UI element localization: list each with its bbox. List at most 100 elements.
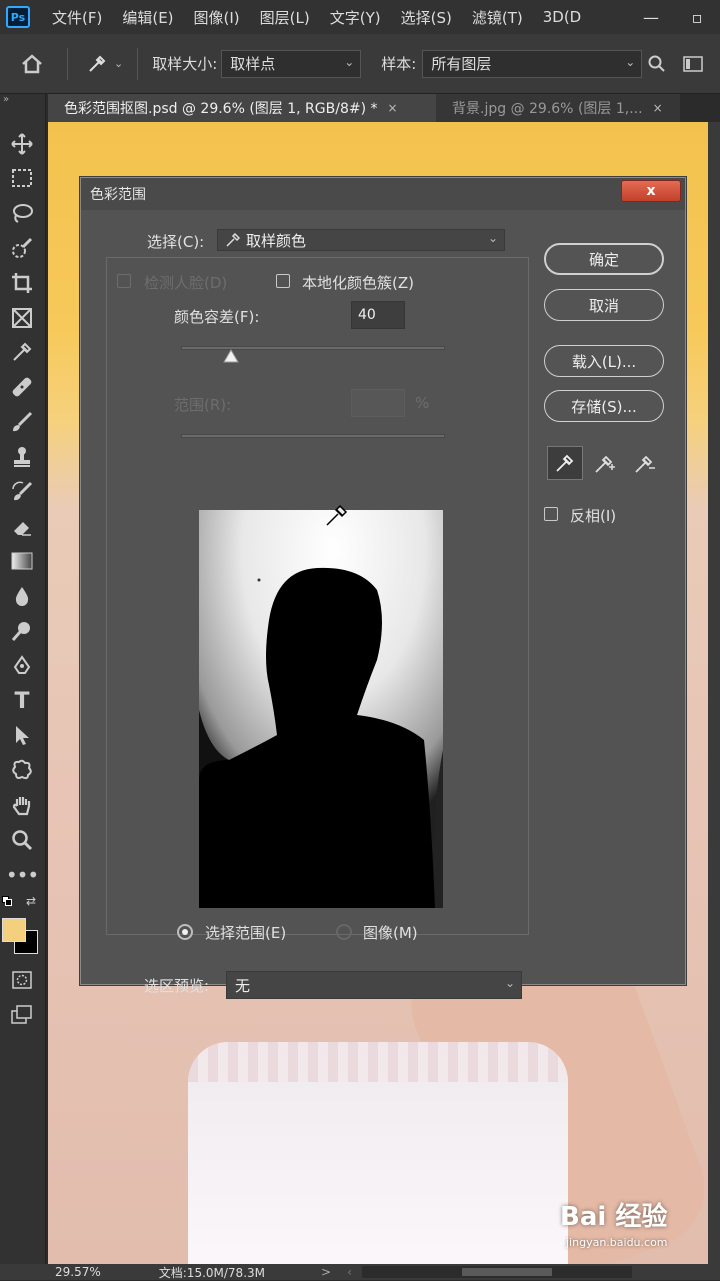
eyedropper-sample-icon[interactable] [547, 446, 583, 480]
foreground-color-swatch[interactable] [2, 918, 26, 942]
healing-brush-tool-icon[interactable] [8, 373, 36, 401]
blur-tool-icon[interactable] [8, 582, 36, 610]
dialog-close-button[interactable]: x [621, 180, 681, 202]
status-bar: 29.57% 文档:15.0M/78.3M > ‹ [0, 1264, 720, 1280]
dialog-title: 色彩范围 [90, 187, 146, 203]
sample-size-value: 取样点 [230, 55, 276, 73]
load-button[interactable]: 载入(L)... [544, 345, 664, 377]
localized-clusters-label: 本地化颜色簇(Z) [302, 274, 414, 292]
sample-select[interactable]: 所有图层 ⌄ [422, 49, 643, 78]
dodge-tool-icon[interactable] [8, 617, 36, 645]
cancel-button[interactable]: 取消 [544, 289, 664, 321]
eyedropper-icon[interactable] [82, 49, 112, 79]
menu-layer[interactable]: 图层(L) [260, 7, 310, 28]
fuzziness-slider-track[interactable] [181, 346, 445, 350]
tab-label: 背景.jpg @ 29.6% (图层 1,... [452, 101, 643, 117]
selection-preview[interactable] [199, 510, 443, 908]
baidu-watermark-url: jingyan.baidu.com [566, 1236, 668, 1249]
tool-preset-chevron-icon[interactable]: ⌄ [114, 57, 123, 70]
pen-tool-icon[interactable] [8, 652, 36, 680]
close-icon[interactable]: × [653, 101, 663, 115]
menu-type[interactable]: 文字(Y) [330, 7, 381, 28]
status-menu-arrow-icon[interactable]: > [321, 1265, 331, 1279]
quick-selection-tool-icon[interactable] [8, 234, 36, 262]
fuzziness-slider-thumb[interactable] [223, 348, 240, 363]
horizontal-scrollbar[interactable] [361, 1266, 632, 1278]
menu-image[interactable]: 图像(I) [194, 7, 240, 28]
lasso-tool-icon[interactable] [8, 199, 36, 227]
sample-size-label: 取样大小: [152, 55, 218, 73]
sample-size-select[interactable]: 取样点 ⌄ [221, 49, 362, 78]
eyedropper-add-icon[interactable] [587, 446, 623, 480]
gradient-tool-icon[interactable] [8, 547, 36, 575]
eyedropper-tool-icon[interactable] [8, 338, 36, 366]
window-controls: — ▫ [628, 0, 720, 34]
selection-preview-dropdown[interactable]: 无 ⌄ [226, 971, 522, 999]
chevron-down-icon: ⌄ [344, 54, 355, 69]
menu-edit[interactable]: 编辑(E) [122, 7, 173, 28]
cursor-eyedropper-icon [325, 503, 349, 531]
detect-faces-label: 检测人脸(D) [144, 274, 228, 292]
tab-document-active[interactable]: 色彩范围抠图.psd @ 29.6% (图层 1, RGB/8#) * × [48, 94, 436, 122]
default-colors-icon[interactable] [2, 896, 12, 906]
workspace-icon[interactable] [678, 49, 708, 79]
tools-panel: » T ••• ⇄ [0, 94, 46, 1264]
custom-shape-tool-icon[interactable] [8, 756, 36, 784]
swap-colors-icon[interactable]: ⇄ [26, 894, 36, 908]
view-selection-radio[interactable] [177, 924, 193, 940]
brush-tool-icon[interactable] [8, 408, 36, 436]
tab-document-background[interactable]: 背景.jpg @ 29.6% (图层 1,... × [436, 94, 680, 122]
save-button[interactable]: 存储(S)... [544, 390, 664, 422]
eyedropper-icon [226, 233, 240, 247]
range-label: 范围(R): [174, 396, 232, 414]
menu-select[interactable]: 选择(S) [401, 7, 452, 28]
zoom-tool-icon[interactable] [8, 826, 36, 854]
sample-label: 样本: [381, 55, 417, 73]
view-image-radio[interactable] [336, 924, 352, 940]
document-info[interactable]: 文档:15.0M/78.3M [159, 1264, 265, 1281]
eraser-tool-icon[interactable] [8, 513, 36, 541]
path-selection-tool-icon[interactable] [8, 721, 36, 749]
frame-tool-icon[interactable] [8, 304, 36, 332]
screen-mode-icon[interactable] [8, 1001, 36, 1029]
stamp-tool-icon[interactable] [8, 443, 36, 471]
chevron-down-icon: ⌄ [487, 231, 498, 245]
select-dropdown[interactable]: 取样颜色 ⌄ [217, 229, 505, 251]
menu-filter[interactable]: 滤镜(T) [472, 7, 523, 28]
type-tool-icon[interactable]: T [8, 687, 36, 715]
crop-tool-icon[interactable] [8, 269, 36, 297]
panel-collapse-icon[interactable]: » [3, 94, 9, 105]
view-selection-label: 选择范围(E) [205, 924, 287, 942]
localized-clusters-checkbox[interactable] [276, 274, 290, 288]
minimize-button[interactable]: — [628, 0, 674, 34]
home-icon[interactable] [17, 49, 47, 79]
range-slider-track [181, 434, 445, 438]
menu-file[interactable]: 文件(F) [52, 7, 102, 28]
restore-button[interactable]: ▫ [674, 0, 720, 34]
range-input [351, 389, 405, 417]
search-icon[interactable] [642, 49, 672, 79]
scroll-left-icon[interactable]: ‹ [347, 1265, 352, 1279]
marquee-tool-icon[interactable] [8, 164, 36, 192]
menu-3d[interactable]: 3D(D [543, 8, 582, 26]
menubar: Ps 文件(F) 编辑(E) 图像(I) 图层(L) 文字(Y) 选择(S) 滤… [0, 0, 720, 34]
invert-checkbox[interactable] [544, 507, 558, 521]
selection-preview-label: 选区预览: [144, 977, 210, 995]
zoom-level[interactable]: 29.57% [55, 1265, 101, 1279]
fuzziness-input[interactable]: 40 [351, 301, 405, 329]
baidu-watermark-logo: Bai 经验 [560, 1202, 668, 1232]
detect-faces-checkbox[interactable] [117, 274, 131, 288]
history-brush-tool-icon[interactable] [8, 478, 36, 506]
invert-label: 反相(I) [570, 507, 617, 525]
eyedropper-subtract-icon[interactable] [627, 446, 663, 480]
ok-button[interactable]: 确定 [544, 243, 664, 275]
more-tools-icon[interactable]: ••• [6, 861, 39, 889]
fuzziness-label: 颜色容差(F): [174, 308, 260, 326]
dialog-titlebar[interactable]: 色彩范围 x [81, 178, 685, 210]
fuzziness-value: 40 [358, 307, 376, 323]
hand-tool-icon[interactable] [8, 791, 36, 819]
close-icon[interactable]: × [388, 101, 398, 115]
options-bar: ⌄ 取样大小: 取样点 ⌄ 样本: 所有图层 ⌄ [0, 34, 720, 94]
quick-mask-icon[interactable] [8, 966, 36, 994]
move-tool-icon[interactable] [8, 130, 36, 158]
